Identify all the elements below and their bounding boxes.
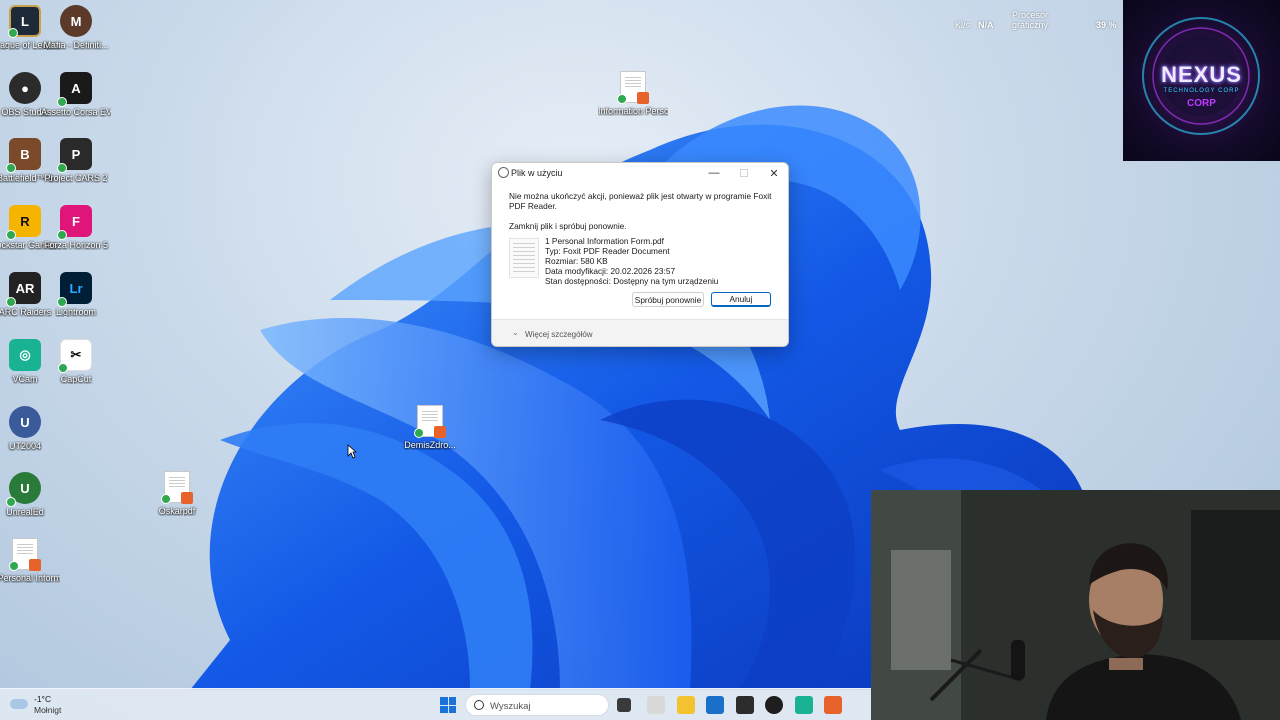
minimize-button[interactable]: — <box>699 163 729 183</box>
chevron-down-icon[interactable]: ⌄ <box>512 328 519 337</box>
dialog-message-area: Nie można ukończyć akcji, ponieważ plik … <box>509 191 774 231</box>
cloud-icon <box>10 699 28 709</box>
desktop-icon-personal-information[interactable]: 1 Personal Informati... <box>0 538 60 602</box>
close-button[interactable]: ✕ <box>759 163 788 183</box>
file-size: Rozmiar: 580 KB <box>545 256 608 266</box>
taskbar: -1°C Mołnigt Wyszukaj <box>0 688 871 720</box>
outlook-icon[interactable] <box>706 696 724 714</box>
gpu-label-line2: graficzny <box>1012 20 1049 30</box>
file-name: 1 Personal Information Form.pdf <box>545 236 664 246</box>
retry-button[interactable]: Spróbuj ponownie <box>632 292 704 307</box>
league-of-legends-icon: L <box>8 5 41 38</box>
more-details-link[interactable]: Więcej szczegółów <box>525 330 593 339</box>
mafia-icon: M <box>60 5 92 37</box>
desktop-icon-oskarpdf[interactable]: Oskarpdf <box>145 471 209 535</box>
desktop-icon-assetto-corsa[interactable]: A Assetto Corsa EVO <box>41 72 111 136</box>
file-info: 1 Personal Information Form.pdf Typ: Fox… <box>545 236 718 286</box>
unrealed-icon: U <box>6 472 41 507</box>
desktop-icon-mafia[interactable]: M Mafia - Definiti... <box>43 5 109 69</box>
battlefield-icon: B <box>6 138 41 173</box>
windows-logo-icon <box>440 697 448 705</box>
file-explorer-icon[interactable] <box>677 696 695 714</box>
dialog-title: Plik w użyciu <box>511 168 563 178</box>
net-value: N/A <box>978 20 994 30</box>
webcam-overlay <box>871 490 1280 720</box>
dialog-footer: ⌄ Więcej szczegółów <box>492 319 788 346</box>
file-type: Typ: Foxit PDF Reader Document <box>545 246 670 256</box>
obs-studio-icon: ● <box>9 72 41 104</box>
desktop-icon-project-cars[interactable]: P Project CARS 2 <box>44 138 108 202</box>
dialog-instruction: Zamknij plik i spróbuj ponownie. <box>509 221 627 231</box>
mouse-cursor-icon <box>347 444 357 459</box>
search-box[interactable]: Wyszukaj <box>465 694 609 716</box>
ut2004-icon: U <box>9 406 41 438</box>
project-cars-icon: P <box>57 138 92 173</box>
forza-icon: F <box>57 205 92 240</box>
clock-icon <box>498 167 509 178</box>
weather-temperature: -1°C <box>34 694 52 704</box>
file-in-use-dialog: Plik w użyciu — ☐ ✕ Nie można ukończyć a… <box>491 162 789 347</box>
file-modified: Data modyfikacji: 20.02.2026 23:57 <box>545 266 676 276</box>
gpu-value: 39 % <box>1096 20 1117 30</box>
gpu-label-line1: Procesor <box>1012 10 1049 20</box>
desktop-icon-unrealed[interactable]: U UnrealEd <box>0 472 57 536</box>
logo-tag: CORP <box>1187 98 1216 109</box>
pdf-file-icon <box>414 405 446 438</box>
pdf-thumbnail-icon <box>509 238 539 278</box>
desktop-icon-capcut[interactable]: ✂ CapCut <box>44 339 108 403</box>
dialog-title-bar[interactable]: Plik w użyciu — ☐ ✕ <box>492 163 788 183</box>
logo-text: NEXUS <box>1161 62 1242 87</box>
logo-subtitle: TECHNOLOGY CORP <box>1163 88 1240 94</box>
pdf-file-icon <box>617 71 649 104</box>
obs-taskbar-icon[interactable] <box>765 696 783 714</box>
weather-condition: Mołnigt <box>34 705 62 715</box>
lightroom-icon: Lr <box>57 272 92 307</box>
file-details: 1 Personal Information Form.pdf Typ: Fox… <box>509 236 779 286</box>
terminal-icon[interactable] <box>736 696 754 714</box>
vcam-taskbar-icon[interactable] <box>795 696 813 714</box>
capcut-icon: ✂ <box>58 339 92 373</box>
assetto-corsa-icon: A <box>57 72 92 107</box>
vcam-icon: ◎ <box>9 339 41 371</box>
desktop-icon-forza[interactable]: F Forza Horizon 5 <box>44 205 108 269</box>
start-button[interactable] <box>440 697 456 713</box>
rockstar-icon: R <box>6 205 41 240</box>
search-placeholder: Wyszukaj <box>490 701 531 712</box>
desktop-icon-lightroom[interactable]: Lr Lightroom <box>44 272 108 336</box>
dialog-message: Nie można ukończyć akcji, ponieważ plik … <box>509 191 772 211</box>
desktop-icon-information-personal[interactable]: Information Personal ... <box>598 71 668 135</box>
cancel-button[interactable]: Anuluj <box>711 292 771 307</box>
task-view-icon[interactable] <box>617 698 631 712</box>
pdf-file-icon <box>9 538 41 571</box>
arc-raiders-icon: AR <box>6 272 41 307</box>
foxit-taskbar-icon[interactable] <box>824 696 842 714</box>
maximize-button: ☐ <box>739 167 749 180</box>
desktop-icon-demiszdro[interactable]: DemisZdro... <box>398 405 462 469</box>
copilot-icon[interactable] <box>647 696 665 714</box>
search-icon <box>474 700 484 710</box>
nexus-logo-overlay: NEXUS TECHNOLOGY CORP CORP <box>1123 0 1280 161</box>
webcam-person-image <box>871 490 1280 720</box>
file-availability: Stan dostępności: Dostępny na tym urządz… <box>545 276 719 286</box>
net-label: Kl/s <box>955 20 971 30</box>
pdf-file-icon <box>161 471 193 504</box>
desktop-icon-ut2004[interactable]: U UT2004 <box>0 406 57 470</box>
